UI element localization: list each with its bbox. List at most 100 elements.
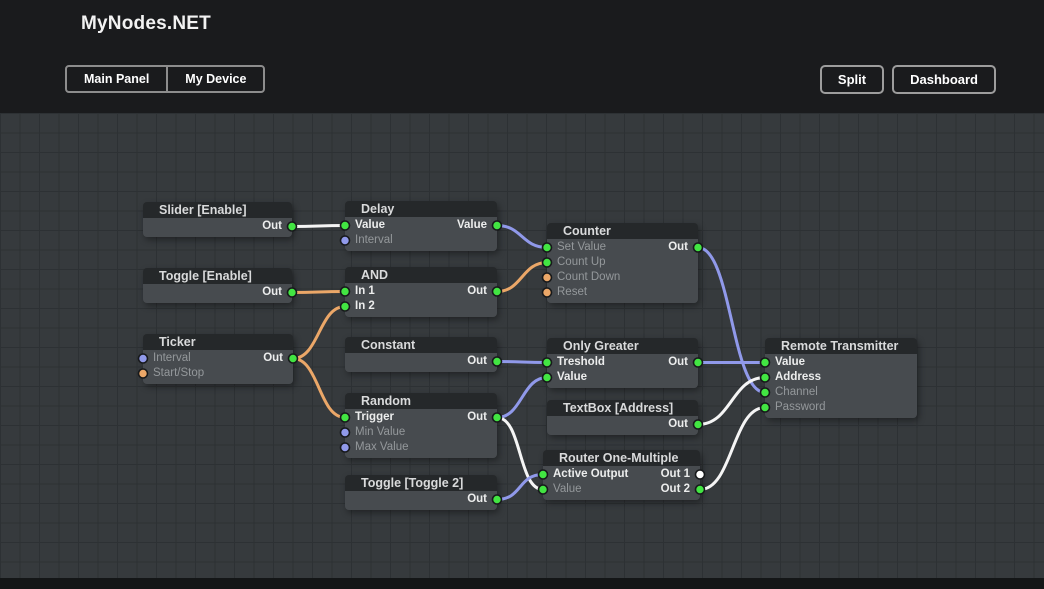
port-random-in-0[interactable] [341, 413, 350, 422]
port-router-out-1[interactable] [696, 485, 705, 494]
link-counter-to-remote-transmitter[interactable] [698, 248, 765, 393]
port-label-interval: Interval [143, 351, 191, 366]
port-label-set-value: Set Value [547, 240, 606, 255]
tab-main-panel[interactable]: Main Panel [67, 67, 166, 91]
link-delay-to-counter[interactable] [497, 226, 547, 248]
port-row: TresholdOut [547, 355, 698, 370]
link-and-to-counter[interactable] [497, 263, 547, 292]
port-counter-in-2[interactable] [543, 273, 552, 282]
port-remote-transmitter-in-1[interactable] [761, 373, 770, 382]
link-constant-to-only-greater[interactable] [497, 362, 547, 363]
node-ticker[interactable]: TickerIntervalOutStart/Stop [143, 334, 293, 384]
node-body: Set ValueOutCount UpCount DownReset [547, 239, 698, 303]
graph-canvas[interactable]: Slider [Enable]Out Toggle [Enable]Out Tick… [0, 113, 1044, 589]
port-label-treshold: Treshold [547, 355, 605, 370]
node-counter[interactable]: CounterSet ValueOutCount UpCount DownRes… [547, 223, 698, 303]
port-textbox-address-out-0[interactable] [694, 420, 703, 429]
port-row: In 2 [345, 299, 497, 314]
port-only-greater-in-1[interactable] [543, 373, 552, 382]
port-row: Out [143, 219, 292, 234]
port-label-value: Value [765, 355, 805, 370]
port-random-out-0[interactable] [493, 413, 502, 422]
node-title: Counter [547, 223, 698, 239]
port-row: Out [143, 285, 292, 300]
port-remote-transmitter-in-3[interactable] [761, 403, 770, 412]
port-row: Out [547, 417, 698, 432]
port-label-count-up: Count Up [547, 255, 606, 270]
port-label-channel: Channel [765, 385, 818, 400]
node-slider-enable[interactable]: Slider [Enable]Out [143, 202, 292, 237]
port-slider-enable-out-0[interactable] [288, 222, 297, 231]
port-label-password: Password [765, 400, 826, 415]
port-toggle-enable-out-0[interactable] [288, 288, 297, 297]
node-toggle-2[interactable]: Toggle [Toggle 2]Out [345, 475, 497, 510]
port-row: Address [765, 370, 917, 385]
node-delay[interactable]: DelayValueValueInterval [345, 201, 497, 251]
port-router-out-0[interactable] [696, 470, 705, 479]
port-ticker-out-0[interactable] [289, 354, 298, 363]
port-counter-in-0[interactable] [543, 243, 552, 252]
node-random[interactable]: RandomTriggerOutMin ValueMax Value [345, 393, 497, 458]
port-and-in-0[interactable] [341, 287, 350, 296]
port-delay-out-0[interactable] [493, 221, 502, 230]
link-router-to-remote-transmitter[interactable] [700, 408, 765, 490]
port-only-greater-out-0[interactable] [694, 358, 703, 367]
link-textbox-address-to-remote-transmitter[interactable] [698, 378, 765, 425]
port-row: Value [765, 355, 917, 370]
port-random-in-2[interactable] [341, 443, 350, 452]
port-label-out-1: Out 1 [661, 467, 700, 482]
tab-my-device[interactable]: My Device [166, 67, 263, 91]
node-title: TextBox [Address] [547, 400, 698, 416]
port-ticker-in-1[interactable] [139, 369, 148, 378]
link-random-to-router[interactable] [497, 418, 543, 490]
port-router-in-1[interactable] [539, 485, 548, 494]
port-and-out-0[interactable] [493, 287, 502, 296]
node-title: Remote Transmitter [765, 338, 917, 354]
node-and[interactable]: ANDIn 1OutIn 2 [345, 267, 497, 317]
port-label-address: Address [765, 370, 821, 385]
node-title: AND [345, 267, 497, 283]
header-actions: Split Dashboard [820, 65, 996, 94]
link-ticker-to-and[interactable] [293, 307, 345, 359]
port-ticker-in-0[interactable] [139, 354, 148, 363]
port-toggle-2-out-0[interactable] [493, 495, 502, 504]
port-row: Start/Stop [143, 366, 293, 381]
port-label-trigger: Trigger [345, 410, 394, 425]
port-row: Max Value [345, 440, 497, 455]
port-delay-in-1[interactable] [341, 236, 350, 245]
link-slider-enable-to-delay[interactable] [292, 226, 345, 227]
port-row: Password [765, 400, 917, 415]
port-random-in-1[interactable] [341, 428, 350, 437]
node-router[interactable]: Router One-MultipleActive OutputOut 1Val… [543, 450, 700, 500]
link-toggle-enable-to-and[interactable] [292, 292, 345, 293]
port-remote-transmitter-in-0[interactable] [761, 358, 770, 367]
port-row: Count Up [547, 255, 698, 270]
node-only-greater[interactable]: Only GreaterTresholdOutValue [547, 338, 698, 388]
node-title: Router One-Multiple [543, 450, 700, 466]
node-body: TriggerOutMin ValueMax Value [345, 409, 497, 458]
port-label-start-stop: Start/Stop [143, 366, 204, 381]
footer-bar [0, 578, 1044, 589]
port-counter-in-1[interactable] [543, 258, 552, 267]
port-counter-out-0[interactable] [694, 243, 703, 252]
node-textbox-address[interactable]: TextBox [Address]Out [547, 400, 698, 435]
port-router-in-0[interactable] [539, 470, 548, 479]
port-row: IntervalOut [143, 351, 293, 366]
port-only-greater-in-0[interactable] [543, 358, 552, 367]
link-random-to-only-greater[interactable] [497, 378, 547, 418]
node-body: TresholdOutValue [547, 354, 698, 388]
node-toggle-enable[interactable]: Toggle [Enable]Out [143, 268, 292, 303]
port-row: Value [547, 370, 698, 385]
node-body: In 1OutIn 2 [345, 283, 497, 317]
port-delay-in-0[interactable] [341, 221, 350, 230]
port-and-in-1[interactable] [341, 302, 350, 311]
node-constant[interactable]: ConstantOut [345, 337, 497, 372]
node-remote-transmitter[interactable]: Remote TransmitterValueAddressChannelPas… [765, 338, 917, 418]
port-constant-out-0[interactable] [493, 357, 502, 366]
port-remote-transmitter-in-2[interactable] [761, 388, 770, 397]
dashboard-button[interactable]: Dashboard [892, 65, 996, 94]
node-title: Toggle [Toggle 2] [345, 475, 497, 491]
split-button[interactable]: Split [820, 65, 884, 94]
link-ticker-to-random[interactable] [293, 359, 345, 418]
port-counter-in-3[interactable] [543, 288, 552, 297]
